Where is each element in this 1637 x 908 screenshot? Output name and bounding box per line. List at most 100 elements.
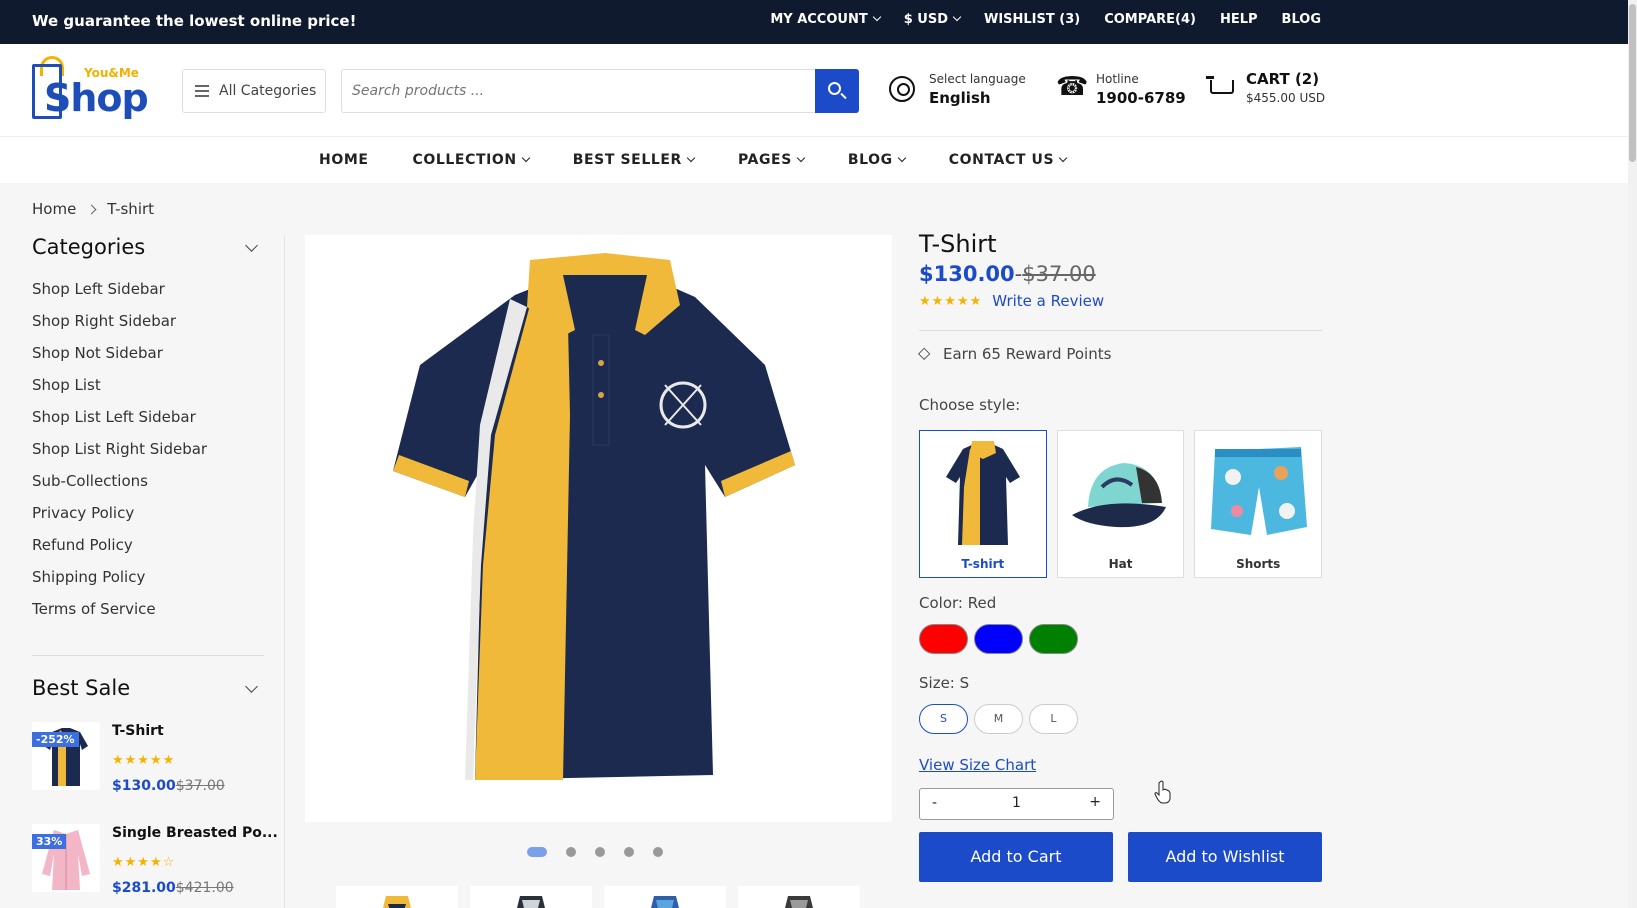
compare-link[interactable]: COMPARE(4) [1104,12,1196,27]
category-item[interactable]: Shop Right Sidebar [32,305,264,337]
quantity-value[interactable]: 1 [920,795,1113,811]
top-links: MY ACCOUNT $ USD WISHLIST (3) COMPARE(4)… [770,12,1321,27]
tshirt-image [651,896,679,908]
carousel-dot[interactable] [595,847,605,857]
logo[interactable]: You&Me Shop [32,54,149,124]
all-categories-label: All Categories [219,83,317,99]
divider [32,655,264,656]
style-option-hat[interactable]: Hat [1056,430,1185,578]
category-item[interactable]: Shop List Right Sidebar [32,433,264,465]
color-label: Color: Red [919,594,997,612]
top-bar: We guarantee the lowest online price! MY… [0,0,1628,44]
tshirt-image [946,441,1020,545]
size-option-s[interactable]: S [919,704,968,734]
nav-contact-us[interactable]: CONTACT US [949,152,1068,168]
quantity-increase-button[interactable]: + [1089,794,1101,810]
header: You&Me Shop All Categories Select langua… [0,44,1628,137]
size-option-m[interactable]: M [974,704,1023,734]
product-price: $130.00$37.00 [112,778,225,794]
product-main-image[interactable] [305,235,892,822]
thumbnail[interactable] [604,886,726,908]
divider [919,330,1322,331]
color-swatch-green[interactable] [1029,624,1078,654]
nav-best-seller[interactable]: BEST SELLER [573,152,696,168]
style-option-shorts[interactable]: Shorts [1194,430,1323,578]
page-scrollbar[interactable] [1628,0,1637,908]
size-options: S M L [919,704,1322,734]
rating: ★★★★★ Write a Review [919,292,1322,310]
color-swatch-blue[interactable] [974,624,1023,654]
tshirt-image [393,253,795,780]
best-sale-item[interactable]: 33% Single Breasted Po... ★★★★☆ $281.00$… [32,822,278,908]
chevron-down-icon [1058,153,1068,163]
all-categories-button[interactable]: All Categories [182,69,326,113]
view-size-chart-link[interactable]: View Size Chart [919,756,1036,774]
search-button[interactable] [815,69,859,113]
product-name[interactable]: Single Breasted Po... [112,825,278,841]
nav-home[interactable]: HOME [319,152,369,168]
category-item[interactable]: Shop Left Sidebar [32,273,264,305]
product-price: $130.00-$37.00 [919,262,1096,286]
size-option-l[interactable]: L [1029,704,1078,734]
wishlist-link[interactable]: WISHLIST (3) [984,12,1080,27]
add-to-wishlist-button[interactable]: Add to Wishlist [1128,832,1322,882]
sidebar-divider [284,235,285,908]
category-item[interactable]: Refund Policy [32,529,264,561]
nav-blog[interactable]: BLOG [848,152,907,168]
carousel-dot[interactable] [624,847,634,857]
category-item[interactable]: Shop List Left Sidebar [32,401,264,433]
phone-icon [1056,72,1088,102]
breadcrumb-home[interactable]: Home [32,200,76,218]
color-swatch-red[interactable] [919,624,968,654]
chevron-down-icon [245,239,258,252]
hotline: Hotline 1900-6789 [1056,72,1186,107]
best-sale-item[interactable]: -252% T-Shirt ★★★★★ $130.00$37.00 [32,720,264,822]
chevron-down-icon [952,12,962,22]
categories-header[interactable]: Categories [32,235,264,265]
thumbnail[interactable] [336,886,458,908]
category-item[interactable]: Shop Not Sidebar [32,337,264,369]
category-item[interactable]: Sub-Collections [32,465,264,497]
currency-selector[interactable]: $ USD [904,12,962,27]
current-price: $130.00 [919,262,1015,286]
category-item[interactable]: Privacy Policy [32,497,264,529]
nav-collection[interactable]: COLLECTION [413,152,530,168]
style-options: T-shirt Hat Shorts [919,430,1323,578]
help-link[interactable]: HELP [1220,12,1258,27]
carousel-dot[interactable] [653,847,663,857]
carousel-dot[interactable] [566,847,576,857]
categories-title: Categories [32,235,146,259]
language-selector[interactable]: Select language English [889,72,1026,107]
category-item[interactable]: Shop List [32,369,264,401]
scrollbar-thumb[interactable] [1629,4,1636,162]
write-review-link[interactable]: Write a Review [992,292,1104,310]
best-sale-header[interactable]: Best Sale [32,676,264,706]
star-rating: ★★★★★ [919,293,983,309]
product-name[interactable]: T-Shirt [112,723,164,739]
my-account-link[interactable]: MY ACCOUNT [770,12,881,27]
hand-cursor-icon [1154,780,1171,804]
style-label-hat: Hat [1108,557,1133,571]
star-rating: ★★★★☆ [112,855,176,870]
cart-summary[interactable]: CART (2) $455.00 USD [1206,70,1325,105]
thumbnail[interactable] [470,886,592,908]
style-option-tshirt[interactable]: T-shirt [919,430,1047,578]
style-label-tshirt: T-shirt [961,557,1005,571]
category-item[interactable]: Shipping Policy [32,561,264,593]
product-info: T-Shirt $130.00-$37.00 ★★★★★ Write a Rev… [918,230,1323,882]
main-nav: HOME COLLECTION BEST SELLER PAGES BLOG C… [0,137,1628,183]
blog-link[interactable]: BLOG [1282,12,1321,27]
hat-image [1071,463,1166,528]
category-item[interactable]: Terms of Service [32,593,264,625]
chevron-down-icon [796,153,806,163]
chevron-down-icon [245,680,258,693]
thumbnail[interactable] [738,886,860,908]
carousel-dot[interactable] [527,847,547,857]
nav-pages[interactable]: PAGES [738,152,806,168]
reward-points: Earn 65 Reward Points [918,343,1322,363]
logo-text: Shop [44,76,149,120]
search-input[interactable] [342,70,812,112]
discount-badge: -252% [32,732,79,747]
add-to-cart-button[interactable]: Add to Cart [919,832,1113,882]
chevron-down-icon [872,12,881,22]
